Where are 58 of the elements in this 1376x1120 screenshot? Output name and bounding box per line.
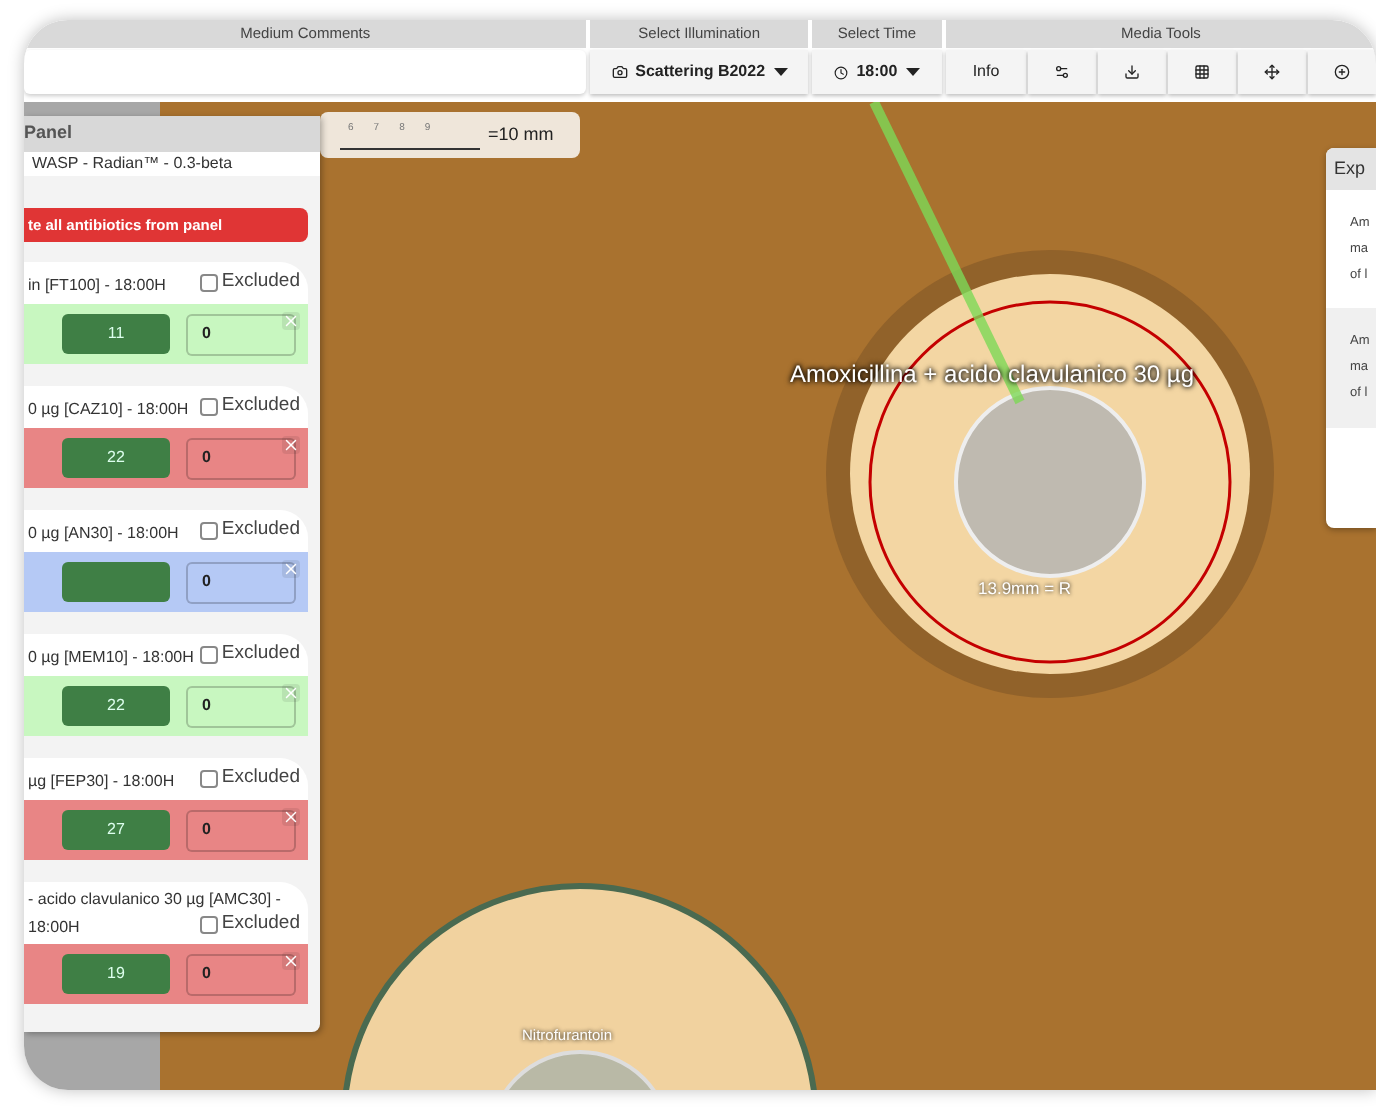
close-icon[interactable] <box>282 436 300 454</box>
antibiotic-name: 0 µg [CAZ10] - 18:00H <box>28 398 189 421</box>
antibiotic-time: 18:00H <box>28 916 80 939</box>
panel-title: Panel <box>24 116 320 152</box>
caret-icon <box>773 68 788 76</box>
checkbox-square[interactable] <box>199 521 218 540</box>
move-icon <box>1264 64 1280 80</box>
excluded-checkbox[interactable]: Excluded <box>199 910 300 939</box>
antibiotic-name: 0 µg [AN30] - 18:00H <box>28 522 179 545</box>
antibiotic-name: 0 µg [MEM10] - 18:00H <box>28 646 194 669</box>
download-icon <box>1124 64 1140 80</box>
time-dropdown[interactable]: 18:00 <box>811 50 942 94</box>
close-icon[interactable] <box>282 684 300 702</box>
comments-field[interactable] <box>24 50 587 94</box>
close-icon[interactable] <box>282 808 300 826</box>
info-button[interactable]: Info <box>946 50 1026 94</box>
explanation-title: Exp <box>1326 148 1376 190</box>
diameter-button[interactable]: 19 <box>62 954 170 995</box>
diameter-button[interactable]: 22 <box>62 438 170 478</box>
checkbox-square[interactable] <box>199 645 218 664</box>
antibiotic-name: - acido clavulanico 30 µg [AMC30] - <box>28 888 283 910</box>
toolbar-button[interactable] <box>1168 50 1236 94</box>
value-field[interactable]: 0 <box>186 437 296 479</box>
antibiotic-name: µg [FEP30] - 18:00H <box>28 770 175 793</box>
value-field[interactable]: 0 <box>186 561 296 603</box>
value-field[interactable]: 0 <box>186 313 296 355</box>
checkbox-square[interactable] <box>199 397 218 416</box>
value-field[interactable]: 0 <box>186 685 296 727</box>
settings-icon <box>1054 64 1070 80</box>
diameter-button[interactable]: 22 <box>62 686 170 726</box>
close-icon[interactable] <box>282 312 300 330</box>
clock-icon <box>834 65 849 79</box>
value-field[interactable]: 0 <box>186 953 296 996</box>
antibiotic-name: in [FT100] - 18:00H <box>28 274 166 297</box>
close-icon[interactable] <box>282 952 300 971</box>
panel-subtitle: WASP - Radian™ - 0.3-beta <box>24 152 320 176</box>
toolbar-button[interactable] <box>1238 50 1306 94</box>
caret-icon <box>905 68 920 76</box>
excluded-checkbox[interactable]: Excluded <box>199 764 300 793</box>
close-icon[interactable] <box>282 560 300 578</box>
plus-circle-icon <box>1334 64 1350 80</box>
zone-reading: 13.9mm = R <box>978 576 1072 602</box>
diameter-button[interactable]: 27 <box>62 810 170 850</box>
checkbox-square[interactable] <box>199 769 218 788</box>
toolbar-button[interactable] <box>1098 50 1166 94</box>
camera-icon <box>611 64 628 80</box>
excluded-checkbox[interactable]: Excluded <box>199 516 300 545</box>
excluded-checkbox[interactable]: Excluded <box>199 268 300 297</box>
illumination-dropdown[interactable]: Scattering B2022 <box>590 50 808 94</box>
checkbox-square[interactable] <box>199 273 218 292</box>
diameter-button[interactable]: 11 <box>62 314 170 354</box>
excluded-checkbox[interactable]: Excluded <box>199 640 300 669</box>
excluded-checkbox[interactable]: Excluded <box>199 392 300 421</box>
checkbox-square[interactable] <box>199 915 218 934</box>
toolbar-button[interactable] <box>1308 50 1376 94</box>
scale-label: =10 mm <box>488 121 554 148</box>
value-field[interactable]: 0 <box>186 809 296 851</box>
grid-icon <box>1194 64 1210 80</box>
